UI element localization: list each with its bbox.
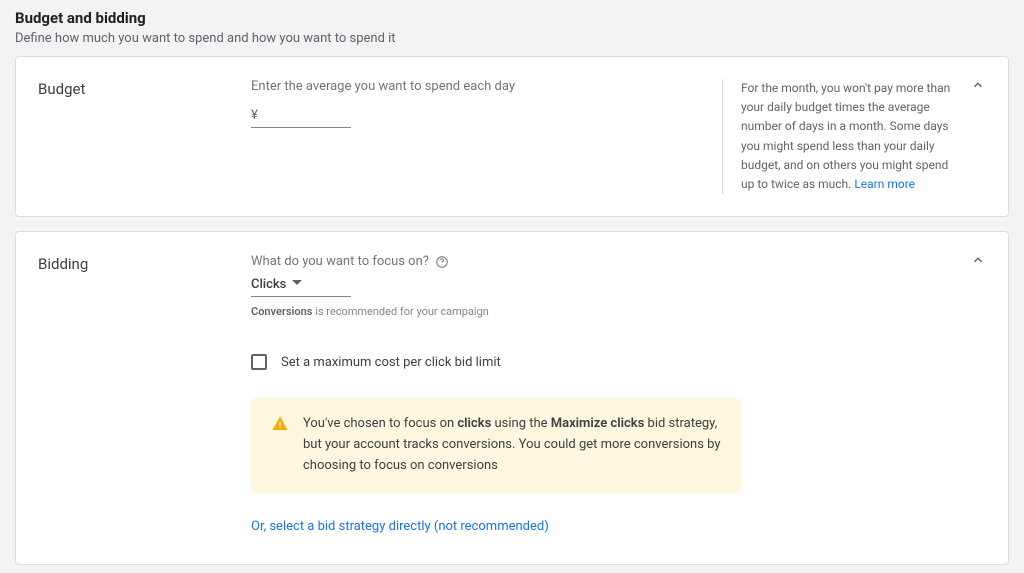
budget-learn-more-link[interactable]: Learn more — [854, 177, 915, 191]
bidding-card: Bidding What do you want to focus on? Cl… — [15, 231, 1009, 564]
bidding-focus-label: What do you want to focus on? — [251, 254, 429, 269]
page-title: Budget and bidding — [15, 9, 1009, 27]
warning-icon — [271, 414, 289, 476]
budget-input[interactable] — [262, 108, 332, 123]
bidding-notice-text: You've chosen to focus on clicks using t… — [303, 414, 721, 476]
budget-prompt: Enter the average you want to spend each… — [251, 79, 704, 94]
bidding-notice: You've chosen to focus on clicks using t… — [251, 398, 741, 492]
page-header: Budget and bidding Define how much you w… — [15, 9, 1009, 56]
bidding-focus-value: Clicks — [251, 277, 286, 292]
help-icon[interactable] — [435, 255, 449, 269]
currency-symbol: ¥ — [251, 108, 262, 123]
chevron-up-icon — [971, 253, 985, 271]
bidding-focus-select[interactable]: Clicks — [251, 273, 351, 297]
chevron-up-icon — [971, 78, 985, 96]
budget-card: Budget Enter the average you want to spe… — [15, 56, 1009, 217]
max-cpc-checkbox-label: Set a maximum cost per click bid limit — [281, 355, 501, 370]
dropdown-icon — [292, 277, 302, 292]
bidding-card-label: Bidding — [38, 254, 251, 533]
max-cpc-checkbox[interactable] — [251, 354, 267, 370]
budget-info-panel: For the month, you won't pay more than y… — [722, 79, 952, 194]
bidding-collapse-toggle[interactable] — [966, 250, 990, 274]
budget-info-text: For the month, you won't pay more than y… — [741, 81, 950, 191]
page-subtitle: Define how much you want to spend and ho… — [15, 31, 1009, 46]
bidding-direct-strategy-link[interactable]: Or, select a bid strategy directly (not … — [251, 519, 986, 534]
budget-input-wrap[interactable]: ¥ — [251, 104, 351, 128]
budget-collapse-toggle[interactable] — [966, 75, 990, 99]
budget-card-label: Budget — [38, 79, 251, 194]
bidding-recommend-note: Conversions is recommended for your camp… — [251, 305, 986, 318]
